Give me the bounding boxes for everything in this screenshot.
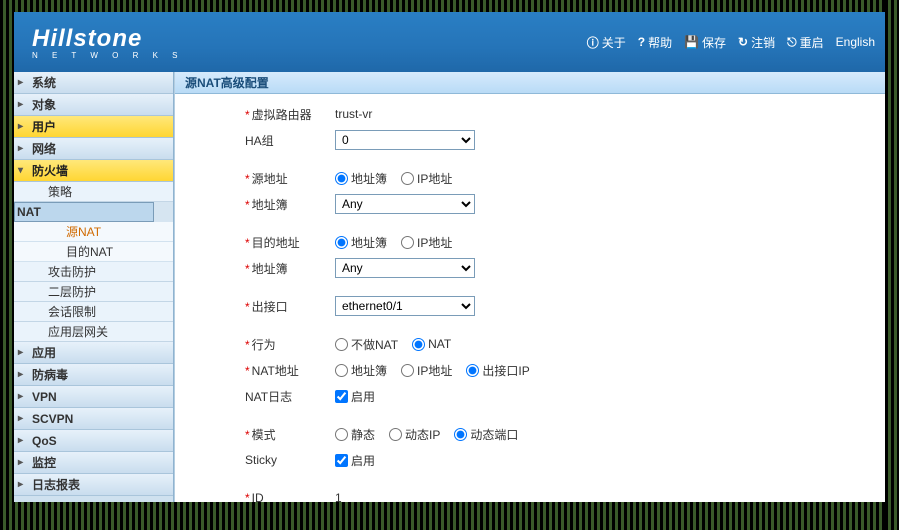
nav-system[interactable]: ▸系统	[14, 72, 173, 94]
nav-dnat[interactable]: 目的NAT	[14, 242, 173, 262]
brand-sub: N E T W O R K S	[32, 51, 184, 60]
dstaddr-book-radio[interactable]: 地址簿	[335, 234, 387, 251]
nav-object[interactable]: ▸对象	[14, 94, 173, 116]
dstaddr-ip-radio[interactable]: IP地址	[401, 234, 452, 251]
help-icon: ?	[638, 35, 645, 49]
vr-value: trust-vr	[335, 107, 372, 121]
nataddr-out-radio[interactable]: 出接口IP	[466, 362, 529, 379]
dstaddr-radios: 地址簿 IP地址	[335, 234, 875, 251]
mode-dynport-radio[interactable]: 动态端口	[454, 426, 518, 443]
nav-sesslimit[interactable]: 会话限制	[14, 302, 173, 322]
srcbook-label: *地址簿	[185, 196, 335, 213]
action-nat-radio[interactable]: NAT	[412, 337, 451, 351]
nav-l2def[interactable]: 二层防护	[14, 282, 173, 302]
nataddr-ip-radio[interactable]: IP地址	[401, 362, 452, 379]
chevron-right-icon: ▸	[18, 435, 23, 446]
snat-form: *虚拟路由器 trust-vr HA组 0 *源地址 地址簿 IP地址 *地址簿	[175, 94, 885, 502]
ha-label: HA组	[185, 132, 335, 149]
lang-link[interactable]: English	[836, 35, 875, 49]
nav-firewall[interactable]: ▾防火墙	[14, 160, 173, 182]
mode-radios: 静态 动态IP 动态端口	[335, 426, 875, 443]
nav-log[interactable]: ▸日志报表	[14, 474, 173, 496]
action-no-radio[interactable]: 不做NAT	[335, 336, 398, 353]
chevron-right-icon: ▸	[18, 347, 23, 358]
nataddr-book-radio[interactable]: 地址簿	[335, 362, 387, 379]
top-links: ⓘ关于 ?帮助 💾保存 ↻注销 ⎋重启 English	[587, 34, 875, 51]
srcaddr-label: *源地址	[185, 170, 335, 187]
sticky-label: Sticky	[185, 453, 335, 467]
nav-scvpn[interactable]: ▸SCVPN	[14, 408, 173, 430]
sidebar: ▸系统 ▸对象 ▸用户 ▸网络 ▾防火墙 策略 NAT 源NAT 目的NAT 攻…	[14, 72, 174, 502]
chevron-right-icon: ▸	[18, 479, 23, 490]
vr-label: *虚拟路由器	[185, 106, 335, 123]
chevron-right-icon: ▸	[18, 457, 23, 468]
save-link[interactable]: 💾保存	[684, 34, 726, 51]
nav-app[interactable]: ▸应用	[14, 342, 173, 364]
about-link[interactable]: ⓘ关于	[587, 34, 626, 51]
save-icon: 💾	[684, 35, 699, 49]
reboot-link[interactable]: ⎋重启	[787, 34, 824, 51]
main-panel: 源NAT高级配置 *虚拟路由器 trust-vr HA组 0 *源地址 地址簿 …	[174, 72, 885, 502]
nav-policy[interactable]: 策略	[14, 182, 173, 202]
nav-monitor[interactable]: ▸监控	[14, 452, 173, 474]
nav-network[interactable]: ▸网络	[14, 138, 173, 160]
dstaddr-label: *目的地址	[185, 234, 335, 251]
egress-select[interactable]: ethernet0/1	[335, 296, 475, 316]
reboot-icon: ⎋	[787, 35, 797, 50]
id-value: 1	[335, 491, 342, 502]
help-link[interactable]: ?帮助	[638, 34, 672, 51]
id-label: *ID	[185, 491, 335, 502]
brand-name: Hillstone	[32, 25, 184, 53]
srcaddr-radios: 地址簿 IP地址	[335, 170, 875, 187]
srcaddr-book-radio[interactable]: 地址簿	[335, 170, 387, 187]
logout-link[interactable]: ↻注销	[738, 34, 775, 51]
nav-av[interactable]: ▸防病毒	[14, 364, 173, 386]
chevron-down-icon: ▾	[18, 165, 23, 176]
logout-icon: ↻	[738, 35, 748, 49]
nav-qos[interactable]: ▸QoS	[14, 430, 173, 452]
sticky-check[interactable]: 启用	[335, 452, 375, 469]
chevron-right-icon: ▸	[18, 143, 23, 154]
srcbook-select[interactable]: Any	[335, 194, 475, 214]
nataddr-radios: 地址簿 IP地址 出接口IP	[335, 362, 875, 379]
srcaddr-ip-radio[interactable]: IP地址	[401, 170, 452, 187]
nataddr-label: *NAT地址	[185, 362, 335, 379]
egress-label: *出接口	[185, 298, 335, 315]
chevron-right-icon: ▸	[18, 99, 23, 110]
nav-snat[interactable]: 源NAT	[14, 222, 173, 242]
nav-nat[interactable]: NAT	[14, 202, 154, 222]
chevron-right-icon: ▸	[18, 413, 23, 424]
chevron-right-icon: ▸	[18, 391, 23, 402]
chevron-right-icon: ▸	[18, 369, 23, 380]
natlog-label: NAT日志	[185, 388, 335, 405]
mode-dynip-radio[interactable]: 动态IP	[389, 426, 440, 443]
chevron-right-icon: ▸	[18, 77, 23, 88]
nav-user[interactable]: ▸用户	[14, 116, 173, 138]
topbar: Hillstone N E T W O R K S ⓘ关于 ?帮助 💾保存 ↻注…	[14, 12, 885, 72]
panel-title: 源NAT高级配置	[175, 72, 885, 94]
mode-static-radio[interactable]: 静态	[335, 426, 375, 443]
nav-atkdef[interactable]: 攻击防护	[14, 262, 173, 282]
chevron-right-icon: ▸	[18, 121, 23, 132]
info-icon: ⓘ	[587, 34, 599, 51]
nav-vpn[interactable]: ▸VPN	[14, 386, 173, 408]
brand-logo: Hillstone N E T W O R K S	[32, 25, 184, 60]
mode-label: *模式	[185, 426, 335, 443]
dstbook-select[interactable]: Any	[335, 258, 475, 278]
dstbook-label: *地址簿	[185, 260, 335, 277]
natlog-check[interactable]: 启用	[335, 388, 375, 405]
ha-select[interactable]: 0	[335, 130, 475, 150]
app-frame: Hillstone N E T W O R K S ⓘ关于 ?帮助 💾保存 ↻注…	[14, 12, 885, 502]
action-label: *行为	[185, 336, 335, 353]
action-radios: 不做NAT NAT	[335, 336, 875, 353]
nav-algw[interactable]: 应用层网关	[14, 322, 173, 342]
